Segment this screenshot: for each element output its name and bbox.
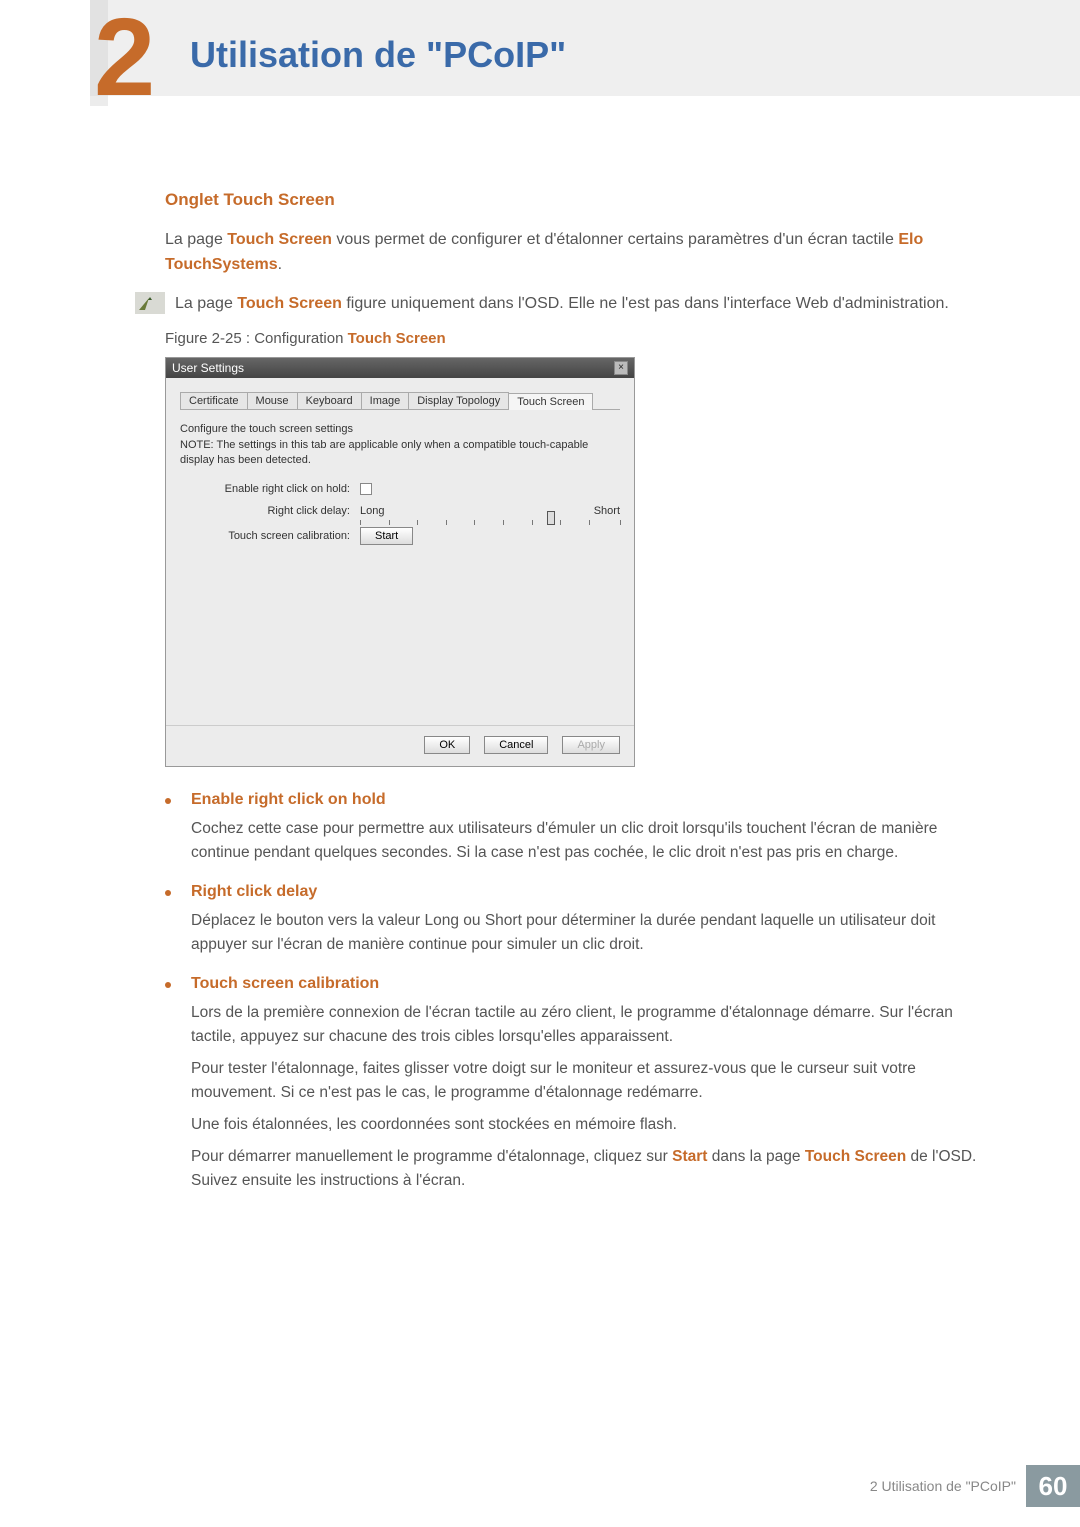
- right-click-delay-slider[interactable]: Long Short: [360, 505, 620, 517]
- label: Enable right click on hold:: [180, 483, 360, 495]
- user-settings-window: User Settings × Certificate Mouse Keyboa…: [165, 357, 635, 766]
- enable-right-click-checkbox[interactable]: [360, 483, 372, 495]
- window-actions: OK Cancel Apply: [166, 725, 634, 766]
- text: figure uniquement dans l'OSD. Elle ne l'…: [342, 295, 949, 312]
- bullet-text: Une fois étalonnées, les coordonnées son…: [191, 1113, 980, 1137]
- bullet-text: Pour tester l'étalonnage, faites glisser…: [191, 1057, 980, 1105]
- content: Onglet Touch Screen La page Touch Screen…: [165, 190, 980, 1211]
- note-row: La page Touch Screen figure uniquement d…: [135, 292, 980, 317]
- tab-image[interactable]: Image: [361, 392, 410, 409]
- start-button[interactable]: Start: [360, 527, 413, 545]
- window-body: Certificate Mouse Keyboard Image Display…: [166, 378, 634, 724]
- label: Touch screen calibration:: [180, 530, 360, 542]
- bullet-icon: [165, 982, 171, 988]
- text: La page: [165, 231, 227, 248]
- note-text: La page Touch Screen figure uniquement d…: [175, 292, 949, 317]
- bullet-title: Touch screen calibration: [191, 975, 980, 993]
- text: Configure the touch screen settings: [180, 422, 620, 437]
- figure-caption: Figure 2-25 : Configuration Touch Screen: [165, 330, 980, 347]
- bullet-text: Cochez cette case pour permettre aux uti…: [191, 817, 980, 865]
- bullet-title: Enable right click on hold: [191, 791, 980, 809]
- slider-thumb[interactable]: [547, 511, 555, 525]
- page-number: 60: [1026, 1465, 1080, 1507]
- chapter-number: 2: [94, 0, 155, 121]
- start-label: Start: [672, 1148, 707, 1165]
- text: vous permet de configurer et d'étalonner…: [332, 231, 898, 248]
- footer-text: 2 Utilisation de "PCoIP": [870, 1478, 1016, 1494]
- window-titlebar: User Settings ×: [166, 358, 634, 378]
- section-heading: Onglet Touch Screen: [165, 190, 980, 210]
- tab-certificate[interactable]: Certificate: [180, 392, 248, 409]
- text: NOTE: The settings in this tab are appli…: [180, 438, 620, 469]
- list-item: Enable right click on hold Cochez cette …: [165, 791, 980, 873]
- ok-button[interactable]: OK: [424, 736, 470, 754]
- list-item: Touch screen calibration Lors de la prem…: [165, 975, 980, 1201]
- row-enable-right-click: Enable right click on hold:: [180, 483, 620, 495]
- text: .: [278, 256, 282, 273]
- label: Right click delay:: [180, 505, 360, 517]
- config-description: Configure the touch screen settings NOTE…: [180, 422, 620, 468]
- tab-display-topology[interactable]: Display Topology: [408, 392, 509, 409]
- list-item: Right click delay Déplacez le bouton ver…: [165, 883, 980, 965]
- row-right-click-delay: Right click delay: Long Short: [180, 505, 620, 517]
- close-icon[interactable]: ×: [614, 361, 628, 375]
- text: dans la page: [707, 1148, 804, 1165]
- touch-screen-label: Touch Screen: [227, 231, 332, 248]
- chapter-title: Utilisation de "PCoIP": [190, 34, 566, 76]
- note-icon: [135, 292, 165, 314]
- slider-long-label: Long: [360, 505, 384, 517]
- cancel-button[interactable]: Cancel: [484, 736, 548, 754]
- bullet-title: Right click delay: [191, 883, 980, 901]
- touch-screen-label: Touch Screen: [348, 330, 446, 347]
- bullet-text: Pour démarrer manuellement le programme …: [191, 1145, 980, 1193]
- bullet-text: Déplacez le bouton vers la valeur Long o…: [191, 909, 980, 957]
- bullet-icon: [165, 890, 171, 896]
- touch-screen-label: Touch Screen: [805, 1148, 906, 1165]
- intro-paragraph: La page Touch Screen vous permet de conf…: [165, 228, 980, 278]
- text: Figure 2-25 : Configuration: [165, 330, 348, 347]
- footer: 2 Utilisation de "PCoIP" 60: [870, 1465, 1080, 1507]
- slider-short-label: Short: [594, 505, 620, 517]
- text: Pour démarrer manuellement le programme …: [191, 1148, 672, 1165]
- apply-button[interactable]: Apply: [562, 736, 620, 754]
- tab-mouse[interactable]: Mouse: [247, 392, 298, 409]
- bullet-list: Enable right click on hold Cochez cette …: [165, 791, 980, 1201]
- text: La page: [175, 295, 237, 312]
- tab-touch-screen[interactable]: Touch Screen: [508, 393, 593, 410]
- touch-screen-label: Touch Screen: [237, 295, 342, 312]
- window-title: User Settings: [172, 361, 244, 375]
- bullet-text: Lors de la première connexion de l'écran…: [191, 1001, 980, 1049]
- tab-keyboard[interactable]: Keyboard: [297, 392, 362, 409]
- row-calibration: Touch screen calibration: Start: [180, 527, 620, 545]
- bullet-icon: [165, 798, 171, 804]
- tabs: Certificate Mouse Keyboard Image Display…: [180, 392, 620, 410]
